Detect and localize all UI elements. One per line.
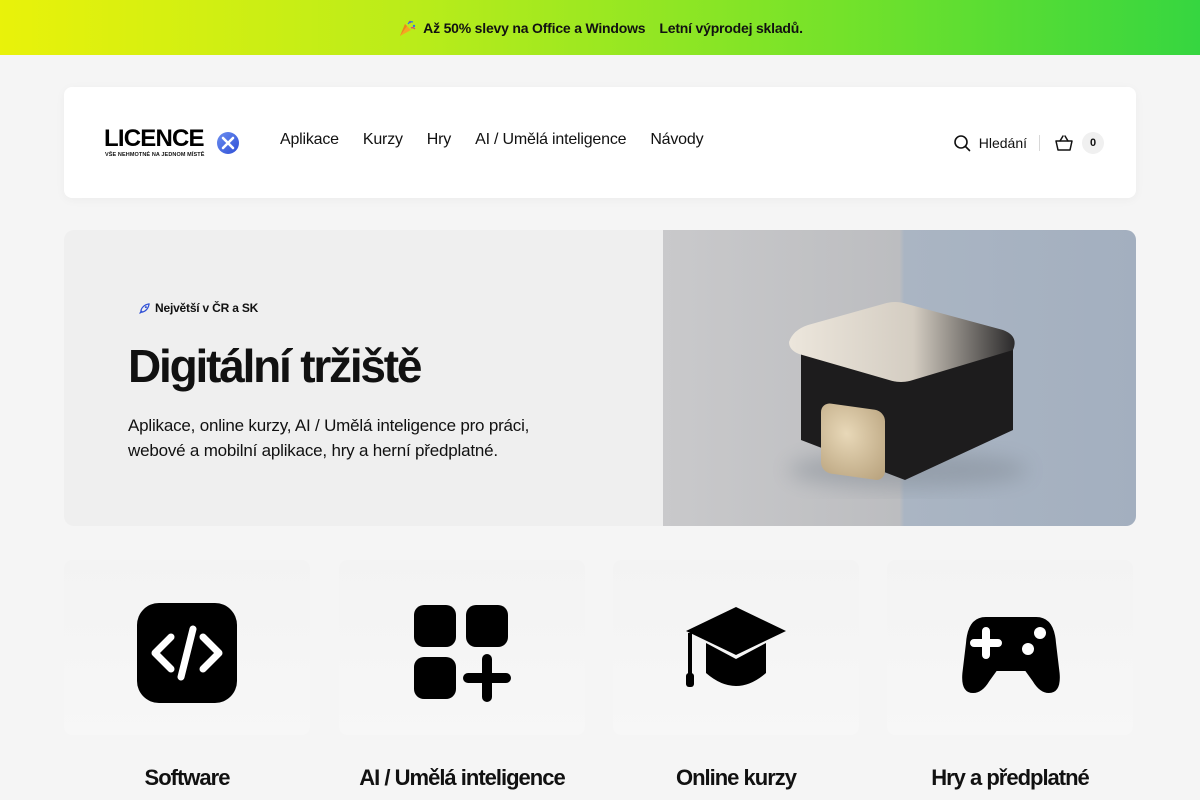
category-tile [887,560,1133,735]
hero-badge-label: Největší v ČR a SK [155,301,259,315]
hero-title: Digitální tržiště [128,340,423,392]
search-icon [953,135,971,152]
category-card-software[interactable]: Software [64,560,310,800]
category-label: Online kurzy [675,765,797,790]
promo-offer[interactable]: Až 50% slevy na Office a Windows [423,20,645,36]
nav-item-navody[interactable]: Návody [650,131,703,149]
code-icon [137,603,237,703]
box-illustration [788,302,1028,488]
nav-item-aplikace[interactable]: Aplikace [280,131,339,149]
category-card-ai[interactable]: AI / Umělá inteligence [339,560,585,800]
category-tile [339,560,585,735]
header-tools: Hledání 0 [953,123,1104,163]
party-popper-icon [400,20,416,36]
cart-count-badge: 0 [1082,132,1104,154]
category-tile [613,560,859,735]
logo-word: LICENCE [104,125,205,152]
nav-item-ai[interactable]: AI / Umělá inteligence [475,131,626,149]
nav-item-kurzy[interactable]: Kurzy [363,131,403,149]
site-logo[interactable]: LICENCE VŠE NEHMOTNÉ NA JEDNOM MÍSTĚ [104,127,240,161]
graduation-cap-icon [686,607,786,687]
main-nav: Aplikace Kurzy Hry AI / Umělá inteligenc… [280,131,704,149]
nav-item-hry[interactable]: Hry [427,131,451,149]
category-card-hry[interactable]: Hry a předplatné [887,560,1133,800]
gamepad-icon [962,617,1060,693]
category-label: Software [144,765,231,790]
promo-sale[interactable]: Letní výprodej skladů. [659,20,803,36]
hero-description: Aplikace, online kurzy, AI / Umělá intel… [128,416,530,460]
logo-x-icon [217,132,239,154]
promo-bar: Až 50% slevy na Office a Windows Letní v… [0,0,1200,55]
rocket-icon [139,302,150,314]
hero-banner: Největší v ČR a SK Digitální tržiště Apl… [64,230,1136,526]
site-header: LICENCE VŠE NEHMOTNÉ NA JEDNOM MÍSTĚ Apl… [64,87,1136,198]
logo-tagline: VŠE NEHMOTNÉ NA JEDNOM MÍSTĚ [105,152,205,158]
cart-button[interactable]: 0 [1054,132,1104,154]
hero-badge: Největší v ČR a SK [138,301,258,315]
category-card-kurzy[interactable]: Online kurzy [613,560,859,800]
search-label: Hledání [978,135,1027,151]
search-button[interactable]: Hledání [953,134,1027,152]
hero-image [663,230,1136,526]
category-label: AI / Umělá inteligence [359,765,565,790]
basket-icon [1055,135,1073,151]
apps-add-icon [414,605,511,702]
header-divider [1039,135,1040,151]
category-cards: Software AI / Umělá inteligence Online k… [64,560,1136,800]
category-label: Hry a předplatné [931,765,1090,790]
category-tile [64,560,310,735]
